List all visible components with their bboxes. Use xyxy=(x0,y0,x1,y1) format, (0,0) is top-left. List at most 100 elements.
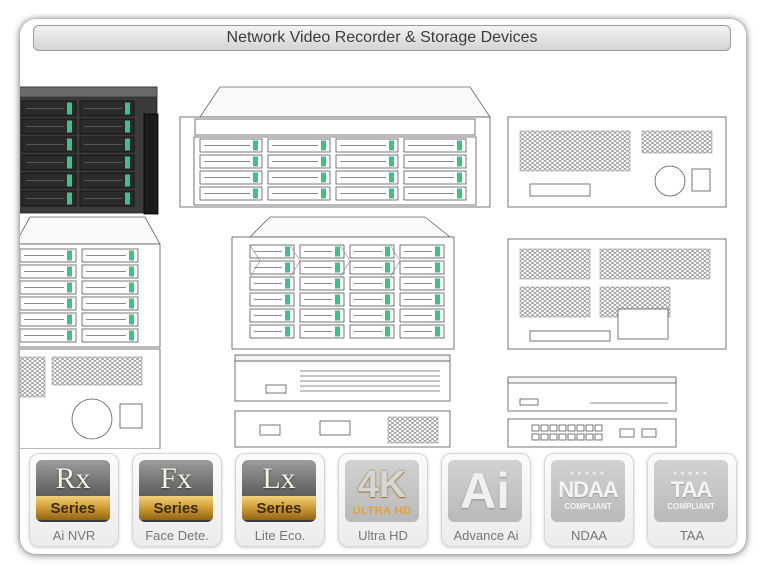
device-part xyxy=(529,183,591,197)
device-part xyxy=(567,433,576,441)
device-part xyxy=(285,278,290,289)
device-illustrations xyxy=(20,86,727,449)
device-part xyxy=(319,420,351,436)
device-part xyxy=(507,376,677,384)
device-part xyxy=(253,140,258,151)
device-part xyxy=(385,246,390,257)
device-part xyxy=(20,216,161,245)
taa-text: TAA xyxy=(670,477,713,502)
device-part xyxy=(549,433,558,441)
device-part xyxy=(265,384,287,394)
device-part xyxy=(385,310,390,321)
device-part xyxy=(385,262,390,273)
vent-grille xyxy=(20,356,46,398)
vent-grille xyxy=(519,286,591,318)
device-part xyxy=(585,433,594,441)
device-part xyxy=(529,330,611,342)
fan-icon xyxy=(654,165,686,197)
device-part xyxy=(321,172,326,183)
device-part xyxy=(253,172,258,183)
badge-4k-ultra-hd[interactable]: 4K ULTRA HD Ultra HD xyxy=(338,453,428,547)
ai-text: Ai xyxy=(460,463,510,519)
rx-letters: Rx xyxy=(55,462,91,495)
nvr-front-3u xyxy=(179,86,491,208)
device-part xyxy=(567,424,576,432)
storage-front-center xyxy=(231,216,455,350)
device-part xyxy=(321,140,326,151)
device-part xyxy=(335,294,340,305)
lx-series-label: Series xyxy=(242,496,316,520)
device-part xyxy=(253,156,258,167)
device-part xyxy=(129,250,134,261)
badge-caption: Ai NVR xyxy=(52,528,96,543)
device-part xyxy=(125,120,130,133)
device-part xyxy=(321,188,326,199)
fx-series-logo: Fx Series xyxy=(139,460,213,522)
device-part xyxy=(435,278,440,289)
device-part xyxy=(285,246,290,257)
badge-ndaa[interactable]: ★★★★★ NDAA COMPLIANT NDAA xyxy=(544,453,634,547)
device-part xyxy=(285,310,290,321)
taa-logo: ★★★★★ TAA COMPLIANT xyxy=(654,460,728,522)
ndaa-text: NDAA xyxy=(558,477,619,502)
device-part xyxy=(125,138,130,151)
device-part xyxy=(67,120,72,133)
vent-grille xyxy=(599,248,711,280)
4k-logo: 4K ULTRA HD xyxy=(345,460,419,522)
device-part xyxy=(576,433,585,441)
device-part xyxy=(67,330,72,341)
device-part xyxy=(594,424,603,432)
device-part xyxy=(549,424,558,432)
badge-rx-series[interactable]: Rx Series Ai NVR xyxy=(29,453,119,547)
ndaa-logo: ★★★★★ NDAA COMPLIANT xyxy=(551,460,625,522)
device-part xyxy=(594,433,603,441)
device-part xyxy=(519,398,539,406)
fx-letters: Fx xyxy=(160,462,192,495)
device-part xyxy=(507,380,677,412)
badge-taa[interactable]: ★★★★★ TAA COMPLIANT TAA xyxy=(647,453,737,547)
device-part xyxy=(619,428,635,438)
device-part xyxy=(335,246,340,257)
device-part xyxy=(641,428,657,438)
device-part xyxy=(67,250,72,261)
device-part xyxy=(129,298,134,309)
device-part xyxy=(385,278,390,289)
badge-caption: Lite Eco. xyxy=(254,528,306,543)
badge-caption: TAA xyxy=(679,528,705,543)
device-part xyxy=(285,262,290,273)
device-part xyxy=(67,192,72,205)
nvr-rear-3u xyxy=(507,116,727,208)
device-part xyxy=(617,308,669,340)
badge-lx-series[interactable]: Lx Series Lite Eco. xyxy=(235,453,325,547)
badge-advance-ai[interactable]: Ai Advance Ai xyxy=(441,453,531,547)
fan-icon xyxy=(71,398,113,440)
main-frame: Network Video Recorder & Storage Devices… xyxy=(20,19,746,554)
lx-letters: Lx xyxy=(262,462,296,495)
badge-fx-series[interactable]: Fx Series Face Dete. xyxy=(132,453,222,547)
device-part xyxy=(285,326,290,337)
nvr-rear-left xyxy=(20,348,161,449)
rx-series-label: Series xyxy=(36,496,110,520)
device-part xyxy=(558,424,567,432)
device-part xyxy=(67,266,72,277)
device-part xyxy=(389,140,394,151)
device-part xyxy=(129,314,134,325)
ai-logo: Ai xyxy=(448,460,522,522)
device-part xyxy=(435,310,440,321)
storage-front-left xyxy=(20,216,161,348)
device-part xyxy=(435,262,440,273)
device-part xyxy=(67,314,72,325)
device-part xyxy=(67,156,72,169)
device-part xyxy=(457,172,462,183)
device-gallery xyxy=(20,59,746,449)
vent-grille xyxy=(519,248,591,280)
device-part xyxy=(457,140,462,151)
device-part xyxy=(335,278,340,289)
device-part xyxy=(67,174,72,187)
4k-text: 4K xyxy=(357,463,407,506)
device-part xyxy=(125,192,130,205)
compliant-text: COMPLIANT xyxy=(564,502,612,511)
ultra-hd-text: ULTRA HD xyxy=(352,504,412,517)
storage-rear-right xyxy=(507,238,727,350)
device-part xyxy=(253,188,258,199)
